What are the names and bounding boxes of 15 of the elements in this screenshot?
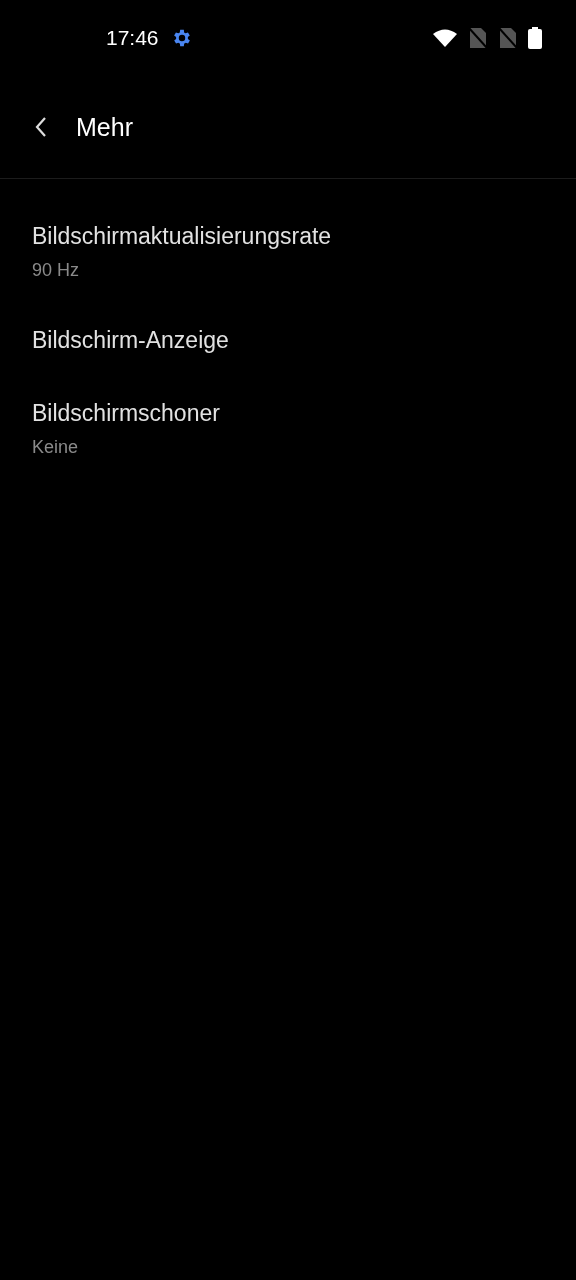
- back-icon[interactable]: [35, 117, 47, 137]
- item-value: 90 Hz: [32, 260, 81, 281]
- settings-item[interactable]: Bildschirmaktualisierungsrate 90 Hz: [0, 209, 576, 295]
- wifi-icon: [432, 28, 458, 48]
- no-sim-icon: [498, 27, 518, 49]
- item-value: Keine: [32, 437, 80, 458]
- item-title: Bildschirmschoner: [32, 400, 221, 427]
- settings-item[interactable]: Bildschirmschoner Keine: [0, 386, 576, 472]
- status-time: 17:46: [106, 26, 159, 50]
- battery-icon: [528, 27, 542, 49]
- settings-item[interactable]: Bildschirm-Anzeige: [0, 313, 576, 368]
- page-title: Mehr: [76, 112, 133, 142]
- no-sim-icon: [468, 27, 488, 49]
- item-title: Bildschirm-Anzeige: [32, 327, 230, 354]
- item-title: Bildschirmaktualisierungsrate: [32, 223, 333, 250]
